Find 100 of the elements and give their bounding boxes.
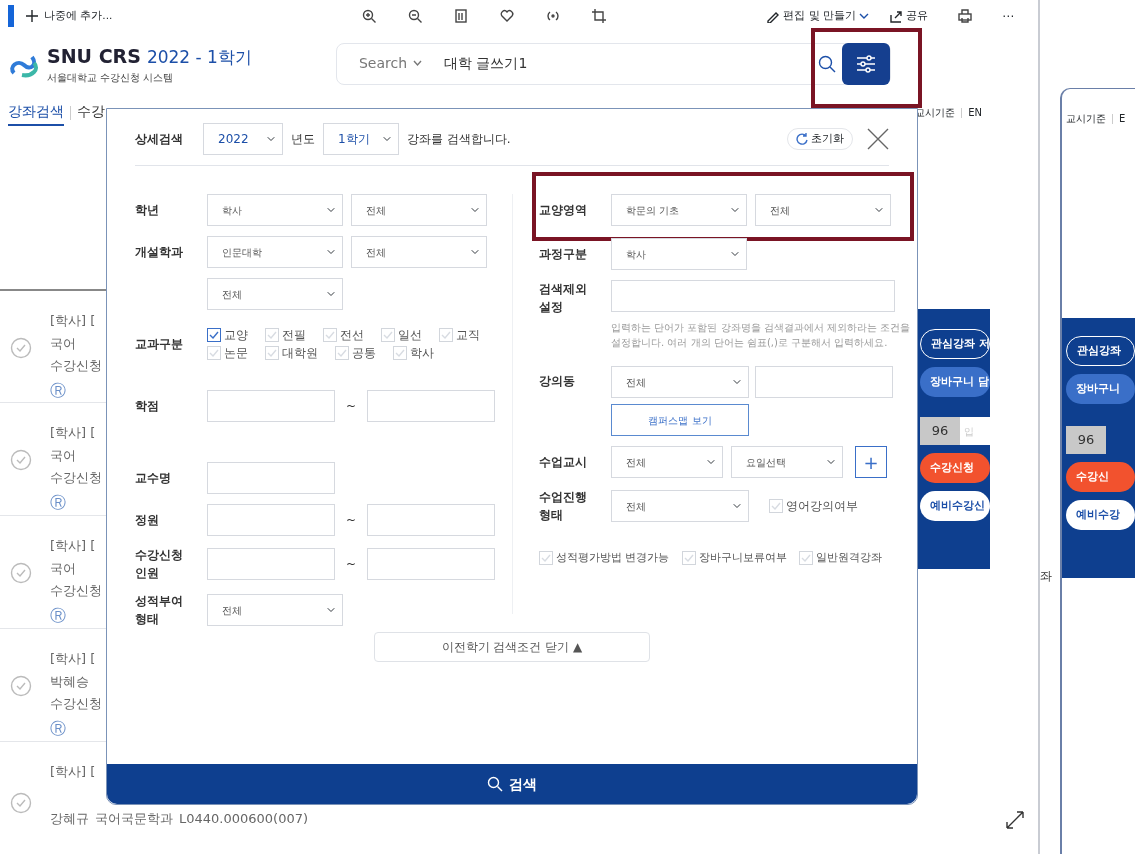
- tab-indicator: [8, 4, 14, 27]
- nav-tab[interactable]: 수강: [77, 99, 105, 127]
- search-icon: [487, 776, 503, 792]
- dropdown[interactable]: 전체: [207, 278, 343, 310]
- collapse-button[interactable]: 이전학기 검색조건 닫기 ▲: [374, 632, 650, 662]
- dropdown[interactable]: 학사: [207, 194, 343, 226]
- field-label: 검색제외 설정: [539, 281, 588, 316]
- campus-map-button[interactable]: 캠퍼스맵 보기: [611, 404, 749, 436]
- dropdown[interactable]: 학사: [611, 238, 747, 270]
- toolbar-button[interactable]: [362, 8, 377, 23]
- checkbox-option[interactable]: 전필: [265, 326, 315, 344]
- heart-icon: [500, 8, 515, 23]
- field-label: 정원: [135, 512, 160, 529]
- favorite-button[interactable]: 관심강좌 저: [920, 329, 990, 359]
- dropdown[interactable]: 전체: [207, 594, 343, 626]
- cart-button[interactable]: 장바구니: [1066, 374, 1135, 404]
- pre-apply-button[interactable]: 예비수강: [1066, 500, 1135, 530]
- search-button[interactable]: [817, 54, 836, 73]
- dropdown[interactable]: 전체: [611, 446, 723, 478]
- checkbox-option[interactable]: 교직: [439, 326, 489, 344]
- check-circle-icon: [10, 675, 32, 697]
- nav-link[interactable]: EN: [968, 105, 982, 121]
- checkmark-icon: [683, 554, 694, 563]
- print-button[interactable]: [958, 8, 973, 23]
- dropdown[interactable]: 전체: [351, 236, 487, 268]
- toolbar-button[interactable]: [454, 8, 469, 23]
- status-label: Ⓡ: [50, 491, 67, 514]
- expand-icon[interactable]: [1005, 810, 1025, 830]
- checkbox-option[interactable]: 학사: [393, 344, 443, 362]
- dropdown[interactable]: 전체: [755, 194, 891, 226]
- checkmark-icon: [441, 331, 451, 339]
- field-label: 수강신청 인원: [135, 547, 184, 582]
- text-field[interactable]: [207, 462, 335, 494]
- dropdown[interactable]: 전체: [611, 490, 749, 522]
- page-icon: [454, 8, 469, 23]
- checkbox-option[interactable]: 일반원격강좌: [798, 550, 882, 567]
- nav-link[interactable]: E: [1119, 111, 1126, 126]
- search-scope-dropdown[interactable]: Search: [358, 53, 423, 75]
- more-button[interactable]: ⋯: [1002, 6, 1015, 25]
- field-label: 교과구분: [135, 336, 184, 353]
- toolbar-button[interactable]: [500, 8, 515, 23]
- checkbox-option[interactable]: 전선: [323, 326, 373, 344]
- dropdown[interactable]: 학문의 기초: [611, 194, 747, 226]
- text-field[interactable]: [207, 548, 335, 580]
- text-field[interactable]: [207, 504, 335, 536]
- year-unit: 년도: [291, 131, 315, 148]
- status-label: Ⓡ: [50, 717, 67, 740]
- field-label: 개설학과: [135, 244, 184, 261]
- range-separator: ~: [346, 398, 357, 415]
- range-separator: ~: [346, 556, 357, 573]
- filter-button[interactable]: [841, 42, 890, 85]
- course-detail: 국어: [50, 446, 76, 465]
- edit-button[interactable]: 편집 및 만들기: [766, 7, 870, 24]
- nav-tab[interactable]: 강좌검색: [8, 99, 64, 127]
- text-field[interactable]: [207, 390, 335, 422]
- checkmark-icon: [771, 502, 781, 510]
- dropdown[interactable]: 인문대학: [207, 236, 343, 268]
- zoom-in-icon: [362, 8, 377, 23]
- checkbox-option[interactable]: 영어강의여부: [769, 497, 858, 515]
- text-field[interactable]: [611, 280, 895, 312]
- help-text: 입력하는 단어가 포함된 강좌명을 검색결과에서 제외하라는 조건을 설정합니다. 여러 개의 단어는 쉼표(,)로 구분해서 입력하세요.: [611, 321, 911, 350]
- dropdown[interactable]: 전체: [351, 194, 487, 226]
- course-status: 수강신청: [50, 582, 102, 600]
- dropdown[interactable]: 2022: [203, 123, 283, 155]
- nav-link[interactable]: 교시기준: [1066, 111, 1106, 126]
- stray-text: 좌: [1040, 568, 1053, 585]
- nav-link[interactable]: 교시기준: [915, 105, 956, 121]
- checkbox-option[interactable]: 교양: [207, 326, 257, 344]
- pre-apply-button[interactable]: 예비수강신: [920, 491, 990, 521]
- field-label: 수업진행 형태: [539, 489, 588, 524]
- checkbox-option[interactable]: 대학원: [265, 344, 327, 362]
- dropdown[interactable]: 요일선택: [731, 446, 843, 478]
- favorite-button[interactable]: 관심강좌: [1066, 336, 1135, 366]
- search-input[interactable]: 대학 글쓰기1: [444, 53, 818, 75]
- toolbar-button[interactable]: [408, 8, 423, 23]
- crop-icon: [592, 8, 607, 23]
- checkbox-option[interactable]: 공통: [335, 344, 385, 362]
- checkbox-option[interactable]: 장바구니보류여부: [681, 550, 787, 567]
- checkbox-option[interactable]: 성적평가방법 변경가능: [539, 550, 670, 567]
- text-field[interactable]: [367, 390, 496, 422]
- field-label: 수업교시: [539, 454, 588, 471]
- search-submit-button[interactable]: 검색: [107, 764, 917, 804]
- course-status: 수강신청: [50, 695, 102, 713]
- text-field[interactable]: [367, 504, 496, 536]
- course-department: 국어국문학과: [95, 809, 173, 828]
- course-code: L0440.000600(007): [179, 809, 309, 828]
- text-field[interactable]: [367, 548, 496, 580]
- checkbox-option[interactable]: 일선: [381, 326, 431, 344]
- close-button[interactable]: [867, 128, 889, 150]
- course-tags: [학사] [: [50, 311, 102, 331]
- dropdown[interactable]: 전체: [611, 366, 749, 398]
- add-button[interactable]: 나중에 추가...: [26, 7, 113, 24]
- cart-button[interactable]: 장바구니 담: [920, 367, 990, 397]
- add-period-button[interactable]: +: [855, 446, 887, 478]
- text-field[interactable]: [755, 366, 893, 398]
- dialog-description: 강좌를 검색합니다.: [407, 131, 511, 148]
- toolbar-button[interactable]: [592, 8, 607, 23]
- share-button[interactable]: 공유: [889, 7, 929, 24]
- checkbox-option[interactable]: 논문: [207, 344, 257, 362]
- dropdown[interactable]: 1학기: [323, 123, 399, 155]
